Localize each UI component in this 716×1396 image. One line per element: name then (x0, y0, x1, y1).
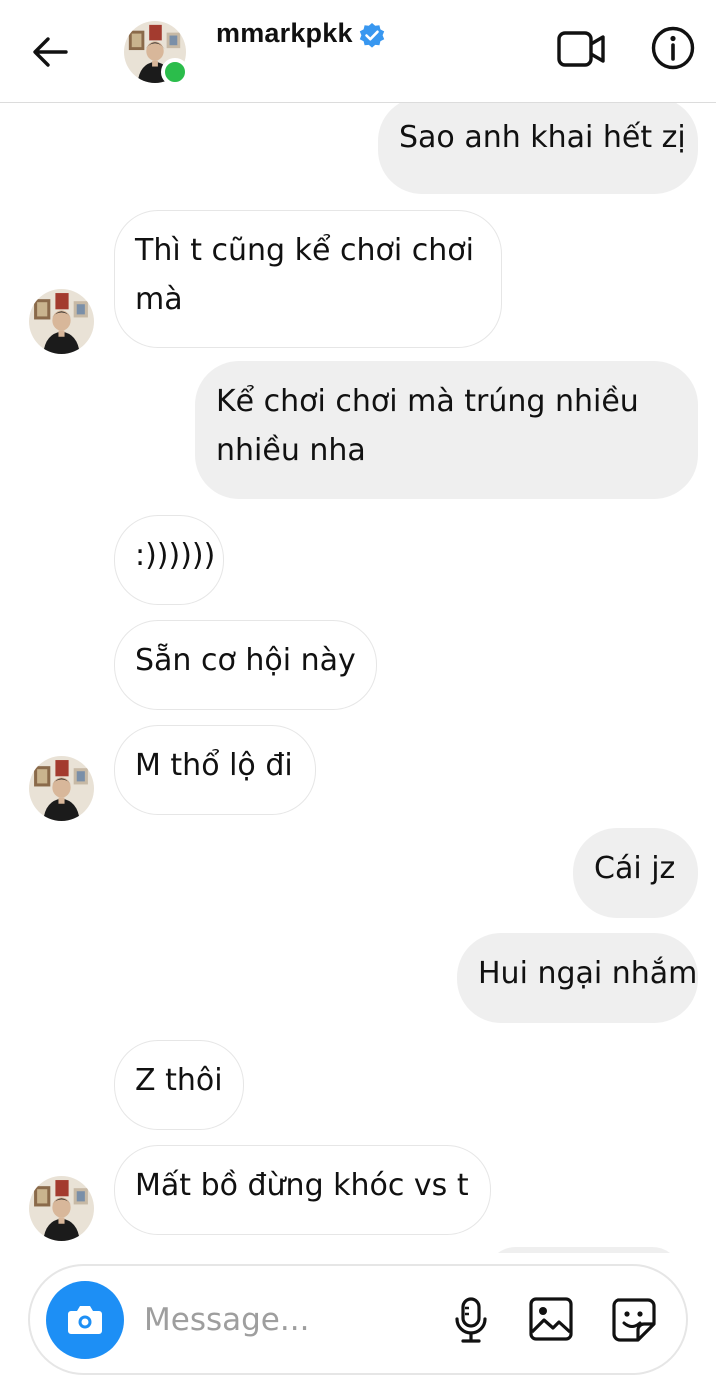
message-composer (28, 1264, 688, 1375)
message-bubble-outgoing[interactable]: Kể chơi chơi mà trúng nhiều nhiều nha (195, 361, 698, 499)
message-input[interactable] (144, 1294, 414, 1346)
message-text: Hui ngại nhắm (478, 956, 698, 991)
sender-avatar[interactable] (29, 289, 94, 354)
camera-icon (68, 1306, 102, 1334)
message-text: Sẵn cơ hội này (135, 643, 356, 678)
message-text: Mất bồ đừng khóc vs t (135, 1168, 469, 1203)
message-text: Cái jz (594, 851, 676, 886)
message-text: mà (135, 282, 183, 317)
message-bubble-partial[interactable] (486, 1247, 682, 1253)
camera-button[interactable] (46, 1281, 124, 1359)
contact-username[interactable]: mmarkpkk (216, 18, 353, 49)
message-text: Thì t cũng kể chơi chơi (135, 233, 474, 268)
message-bubble-outgoing[interactable]: Cái jz (573, 828, 698, 918)
message-bubble-outgoing[interactable]: Hui ngại nhắm (457, 933, 698, 1023)
sender-avatar[interactable] (29, 756, 94, 821)
message-bubble-incoming[interactable]: :)))))) (114, 515, 224, 605)
message-text: Sao anh khai hết zị (399, 120, 686, 155)
message-bubble-incoming[interactable]: Thì t cũng kể chơi chơi mà (114, 210, 502, 348)
back-arrow-icon[interactable] (30, 32, 70, 72)
sticker-icon[interactable] (610, 1296, 658, 1344)
message-bubble-incoming[interactable]: Z thôi (114, 1040, 244, 1130)
message-bubble-incoming[interactable]: M thổ lộ đi (114, 725, 316, 815)
message-bubble-incoming[interactable]: Sẵn cơ hội này (114, 620, 377, 710)
message-text: nhiều nha (216, 433, 366, 468)
chat-header: mmarkpkk (0, 0, 716, 103)
online-status-icon (161, 58, 189, 86)
message-text: :)))))) (135, 538, 216, 573)
message-bubble-incoming[interactable]: Mất bồ đừng khóc vs t (114, 1145, 491, 1235)
gallery-icon[interactable] (528, 1296, 574, 1342)
info-icon[interactable] (650, 25, 696, 71)
message-text: Z thôi (135, 1063, 223, 1098)
message-thread[interactable]: Sao anh khai hết zị Thì t cũng kể chơi c… (0, 103, 716, 1253)
message-text: M thổ lộ đi (135, 748, 293, 783)
verified-badge-icon (359, 23, 385, 48)
sender-avatar[interactable] (29, 1176, 94, 1241)
microphone-icon[interactable] (450, 1296, 492, 1344)
message-bubble-outgoing[interactable]: Sao anh khai hết zị (378, 103, 698, 194)
message-text: Kể chơi chơi mà trúng nhiều (216, 384, 639, 419)
video-call-icon[interactable] (556, 27, 608, 71)
